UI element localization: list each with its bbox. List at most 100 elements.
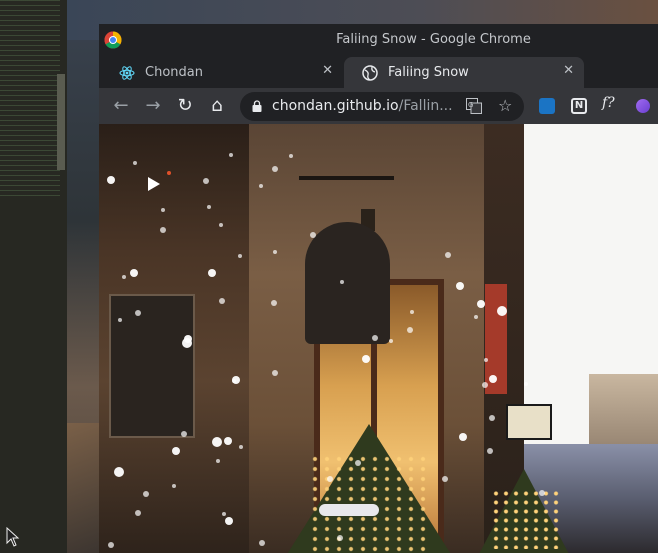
snowflake: [410, 310, 414, 314]
snowflake: [487, 448, 493, 454]
snowflake: [232, 379, 236, 383]
react-icon: [119, 66, 135, 80]
code-editor-background: [0, 0, 67, 553]
code-lines: [0, 0, 60, 200]
snowflake: [135, 310, 141, 316]
snowflake: [224, 437, 232, 445]
fx-extension-icon[interactable]: f?: [602, 95, 622, 111]
snowflake: [474, 315, 478, 319]
browser-toolbar: ← → ↻ ⌂ chondan.github.io/Fallin... G ☆ …: [99, 88, 658, 124]
snowflake: [477, 300, 485, 308]
snowflake: [172, 484, 176, 488]
snowflake: [219, 223, 223, 227]
snowflake: [229, 153, 233, 157]
snowflake: [327, 476, 333, 482]
snowflake: [203, 178, 209, 184]
snowflake: [130, 269, 138, 277]
snowflake: [389, 339, 393, 343]
close-tab-icon[interactable]: ✕: [322, 63, 333, 78]
photo-hanging-sign: [506, 404, 552, 440]
snowflake: [143, 491, 149, 497]
notion-icon[interactable]: N: [571, 98, 587, 114]
tab-strip: Chondan ✕ Faliing Snow ✕ +: [99, 54, 658, 112]
snowflake: [238, 254, 242, 258]
home-button[interactable]: ⌂: [206, 95, 228, 117]
snowflake: [272, 370, 278, 376]
photo-awning: [305, 222, 390, 344]
snowflake: [310, 232, 316, 238]
snowflake: [497, 306, 507, 316]
lock-icon[interactable]: [252, 100, 262, 112]
url-path: /Fallin...: [398, 98, 453, 114]
snowflake: [108, 542, 114, 548]
purple-extension-icon[interactable]: [636, 99, 650, 113]
play-icon[interactable]: [148, 177, 160, 191]
snowflake: [372, 335, 378, 341]
snowflake: [362, 355, 370, 363]
photo-tree-lights-small: [491, 489, 561, 549]
snowflake: [160, 227, 166, 233]
photo-lamp-arm: [299, 176, 394, 180]
snowflake: [219, 298, 225, 304]
snowflake: [337, 535, 343, 541]
snowflake: [489, 375, 497, 383]
snowflake: [122, 275, 126, 279]
url-text[interactable]: chondan.github.io/Fallin...: [272, 98, 453, 114]
translate-icon[interactable]: G: [466, 98, 482, 114]
snowflake: [135, 510, 141, 516]
snowflake: [239, 445, 243, 449]
snowflake: [184, 335, 192, 343]
snowflake: [133, 161, 137, 165]
snowflake: [355, 460, 361, 466]
title-bar: Faliing Snow - Google Chrome: [99, 24, 658, 54]
snowflake: [259, 540, 265, 546]
record-dot-icon: [167, 171, 171, 175]
snowflake: [212, 437, 222, 447]
snowflake: [271, 300, 277, 306]
wallpaper-road: [67, 423, 99, 553]
snowflake: [482, 382, 488, 388]
snowflake: [442, 476, 448, 482]
snowflake: [340, 280, 344, 284]
snowflake: [222, 512, 226, 516]
snowflake: [118, 318, 122, 322]
snowflake: [107, 176, 115, 184]
address-bar[interactable]: chondan.github.io/Fallin... G ☆: [240, 92, 524, 121]
reload-button[interactable]: ↻: [174, 95, 196, 117]
tab-label: Faliing Snow: [388, 65, 469, 80]
svg-text:G: G: [468, 101, 473, 109]
snowflake: [459, 433, 467, 441]
snowflake: [456, 282, 464, 290]
tab-falling-snow[interactable]: Faliing Snow ✕: [344, 57, 584, 88]
tab-label: Chondan: [145, 65, 203, 80]
snowflake: [161, 208, 165, 212]
snowflake: [181, 431, 187, 437]
tab-chondan[interactable]: Chondan ✕: [101, 57, 343, 88]
snowflake: [216, 459, 220, 463]
close-tab-icon[interactable]: ✕: [563, 63, 574, 78]
snowflake: [539, 490, 545, 496]
snowflake: [208, 269, 216, 277]
snowflake: [484, 358, 488, 362]
snowflake: [172, 447, 180, 455]
snowflake: [273, 250, 277, 254]
extension-blue-icon[interactable]: [539, 98, 555, 114]
photo-snow-pile: [319, 504, 379, 516]
snowflake: [114, 467, 124, 477]
snowflake: [207, 205, 211, 209]
snowflake: [489, 415, 495, 421]
editor-scrollbar[interactable]: [57, 74, 65, 170]
snowflake: [259, 184, 263, 188]
globe-icon: [362, 65, 378, 81]
page-viewport: [99, 124, 658, 553]
snowflake: [407, 327, 413, 333]
bookmark-star-icon[interactable]: ☆: [498, 96, 512, 115]
forward-button[interactable]: →: [142, 95, 164, 117]
url-domain: chondan.github.io: [272, 98, 399, 114]
back-button[interactable]: ←: [110, 95, 132, 117]
snowflake: [445, 252, 451, 258]
snowflake: [524, 382, 528, 386]
window-title: Faliing Snow - Google Chrome: [336, 32, 531, 47]
snowflake: [289, 154, 293, 158]
snowflake: [272, 166, 278, 172]
